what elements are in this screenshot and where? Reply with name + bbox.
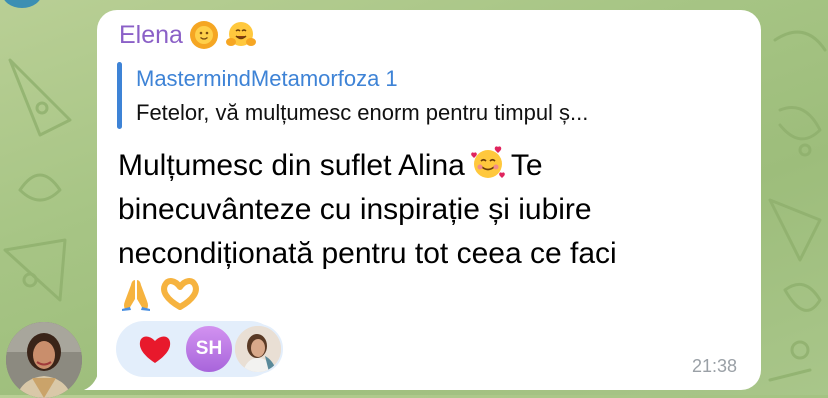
folded-hands-icon [122,280,150,311]
hugging-face-icon [225,22,256,46]
message-line-1: Mulțumesc din suflet Alina Te [118,144,738,188]
reply-accent-bar [117,62,122,129]
message-line-1a: Mulțumesc din suflet Alina [118,149,465,182]
reactor-avatar-photo[interactable] [233,324,283,374]
red-heart-icon[interactable] [138,334,172,364]
reactor-photo-image [235,326,281,372]
sender-avatar-photo [6,322,82,398]
message-text: Mulțumesc din suflet Alina Te binecuvânt… [118,144,738,276]
sun-with-face-icon [189,21,218,49]
sender-header: Elena [119,20,257,50]
previous-sender-avatar[interactable] [2,0,42,8]
reactor-avatar-sh[interactable]: SH [184,324,234,374]
reply-text: Fetelor, vă mulțumesc enorm pentru timpu… [136,100,589,125]
message-line-2: binecuvânteze cu inspirație și iubire [118,193,592,226]
message-bubble[interactable]: Elena MastermindMetamorfoza 1 Fetelor, v… [97,10,761,390]
heart-hands-icon [161,278,199,310]
reply-title: MastermindMetamorfoza 1 [136,66,398,91]
message-line-3: necondiționată pentru tot ceea ce faci [118,237,617,270]
message-time: 21:38 [691,356,737,376]
trailing-emojis [118,276,200,312]
message-line-1b: Te [510,149,543,182]
reply-preview[interactable]: MastermindMetamorfoza 1 Fetelor, vă mulț… [117,62,737,129]
sender-name[interactable]: Elena [119,20,183,50]
smiling-face-with-hearts-icon [471,146,505,178]
sender-avatar[interactable] [6,322,82,398]
reactions-pill[interactable]: SH [116,321,283,377]
